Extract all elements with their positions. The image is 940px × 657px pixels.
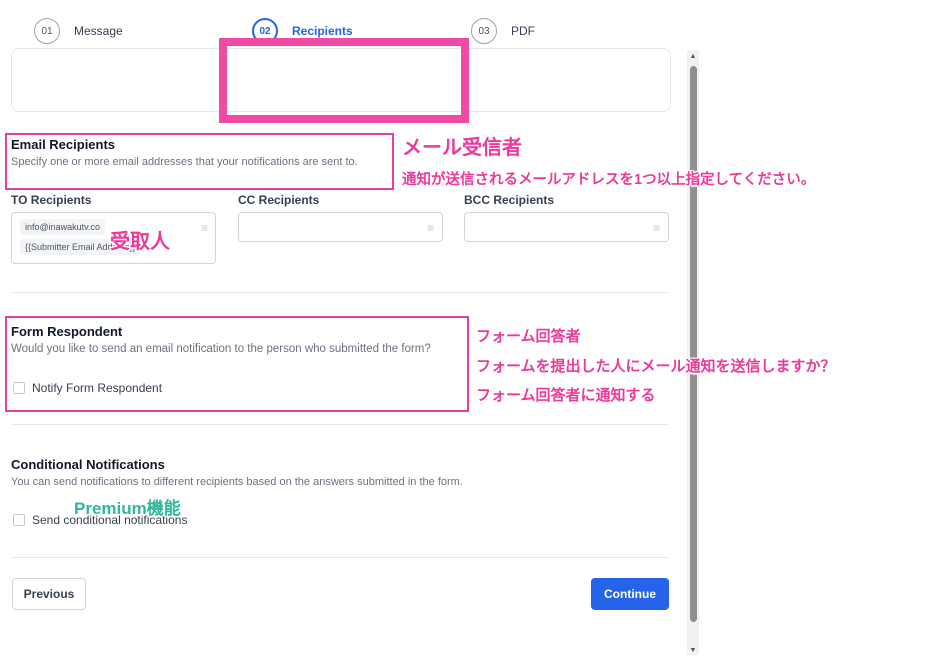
bcc-recipients-field[interactable]: ≡ xyxy=(464,212,669,242)
recipient-chip[interactable]: info@inawakutv.co xyxy=(20,219,106,235)
conditional-description: You can send notifications to different … xyxy=(11,476,463,488)
scroll-up-icon[interactable]: ▲ xyxy=(687,52,699,62)
annotation-respondent-description: フォームを提出した人にメール通知を送信しますか？ xyxy=(476,358,836,375)
divider xyxy=(11,424,669,425)
scrollbar-thumb[interactable] xyxy=(690,66,697,622)
to-recipients-label: TO Recipients xyxy=(11,193,92,207)
annotation-to-recipients: 受取人 xyxy=(110,231,170,253)
conditional-checkbox[interactable] xyxy=(13,514,25,526)
continue-button[interactable]: Continue xyxy=(591,578,669,610)
step-label: Recipients xyxy=(292,24,353,38)
list-icon[interactable]: ≡ xyxy=(427,222,434,234)
highlight-email-recipients xyxy=(5,133,394,190)
annotation-email-description: 通知が送信されるメールアドレスを1つ以上指定してください。 xyxy=(402,172,816,188)
highlight-recipients-step xyxy=(219,38,469,123)
divider xyxy=(11,292,669,293)
highlight-form-respondent xyxy=(5,316,469,412)
list-icon[interactable]: ≡ xyxy=(201,222,208,234)
step-message[interactable]: 01 Message xyxy=(34,0,123,62)
annotation-email-title: メール受信者 xyxy=(402,137,522,159)
step-number: 01 xyxy=(34,18,60,44)
annotation-premium: Premium機能 xyxy=(74,499,181,518)
divider xyxy=(11,557,669,558)
bcc-recipients-label: BCC Recipients xyxy=(464,193,555,207)
previous-button[interactable]: Previous xyxy=(12,578,86,610)
cc-recipients-label: CC Recipients xyxy=(238,193,320,207)
list-icon[interactable]: ≡ xyxy=(653,222,660,234)
step-label: PDF xyxy=(511,24,535,38)
scroll-down-icon[interactable]: ▼ xyxy=(687,646,699,656)
step-number: 03 xyxy=(471,18,497,44)
step-label: Message xyxy=(74,24,123,38)
annotation-respondent-checkbox: フォーム回答者に通知する xyxy=(476,387,656,404)
step-pdf[interactable]: 03 PDF xyxy=(471,0,535,62)
cc-recipients-field[interactable]: ≡ xyxy=(238,212,443,242)
conditional-title: Conditional Notifications xyxy=(11,457,165,472)
annotation-respondent-title: フォーム回答者 xyxy=(476,328,581,345)
